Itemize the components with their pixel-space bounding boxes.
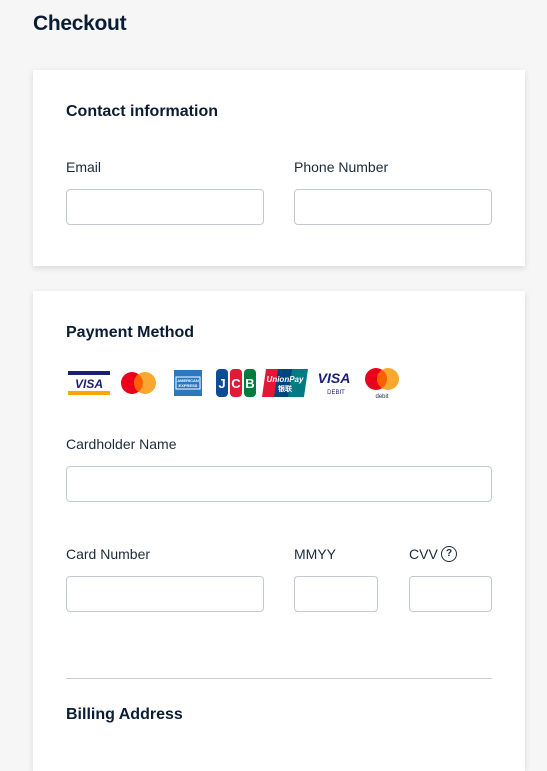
visa-icon: VISA [68,367,110,399]
page-title: Checkout [33,12,127,35]
payment-section-title: Payment Method [66,324,195,341]
expiry-label: MMYY [294,546,336,562]
email-label: Email [66,159,102,175]
unionpay-icon: UnionPay 银联 [262,367,308,399]
payment-card [33,291,525,771]
mastercard-debit-icon: debit [362,367,402,399]
american-express-icon: AMERICAN EXPRESS [172,367,204,399]
svg-text:J: J [218,376,225,391]
cvv-label: CVV [409,546,438,562]
mastercard-icon [117,367,159,399]
divider [66,678,492,679]
billing-section-title: Billing Address [66,706,183,723]
svg-text:UnionPay: UnionPay [267,375,304,384]
email-field[interactable] [66,189,264,225]
svg-text:C: C [231,376,241,391]
cvv-field[interactable] [409,576,492,612]
svg-text:VISA: VISA [75,377,103,391]
svg-text:B: B [245,376,254,391]
visa-debit-icon: VISA DEBIT [314,367,354,399]
card-number-field[interactable] [66,576,264,612]
svg-text:DEBIT: DEBIT [327,390,345,396]
card-number-label: Card Number [66,546,151,562]
svg-text:debit: debit [375,394,388,399]
cardholder-name-field[interactable] [66,466,492,502]
svg-text:VISA: VISA [318,370,351,386]
svg-text:银联: 银联 [278,384,293,393]
phone-field[interactable] [294,189,492,225]
contact-card [33,70,525,266]
contact-section-title: Contact information [66,103,218,120]
phone-label: Phone Number [294,159,389,175]
jcb-icon: J C B [215,367,257,399]
svg-text:EXPRESS: EXPRESS [179,383,198,388]
expiry-field[interactable] [294,576,378,612]
cardholder-name-label: Cardholder Name [66,436,177,452]
help-icon[interactable]: ? [441,546,457,562]
